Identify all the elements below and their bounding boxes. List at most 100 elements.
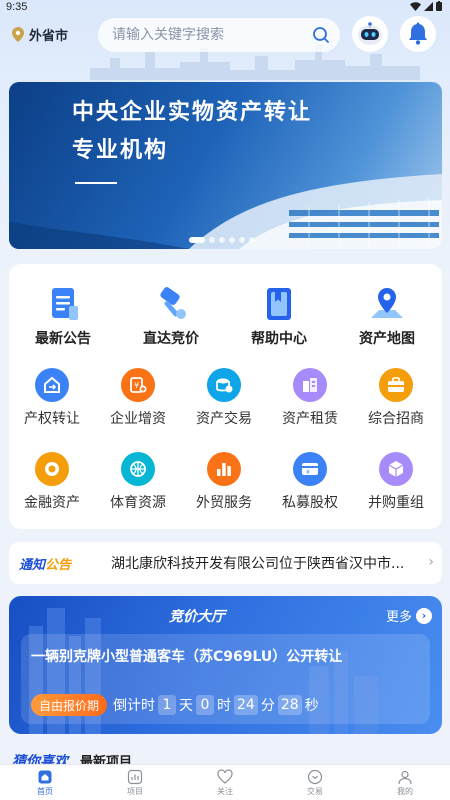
equity-card-icon: ¥	[293, 452, 327, 486]
service-label: 并购重组	[368, 495, 424, 511]
banner-dot[interactable]	[189, 237, 205, 243]
transfer-icon	[35, 368, 69, 402]
auction-item-card[interactable]: 一辆别克牌小型普通客车（苏C969LU）公开转让 自由报价期 倒计时 1 天 0…	[21, 634, 430, 724]
notice-text[interactable]: 湖北康欣科技开发有限公司位于陕西省汉中市...	[111, 553, 416, 573]
quick-menu-label: 帮助中心	[251, 331, 307, 347]
auction-more-link[interactable]: 更多 ›	[386, 606, 432, 625]
search-bar[interactable]	[98, 18, 340, 52]
tab-follow[interactable]: 关注	[180, 765, 270, 800]
banner-pagination[interactable]	[189, 237, 255, 243]
basketball-icon	[121, 452, 155, 486]
help-book-icon	[267, 288, 291, 320]
notification-button[interactable]	[400, 16, 436, 52]
tab-home[interactable]: 首页	[0, 765, 90, 800]
quick-menu-label: 资产地图	[359, 331, 415, 347]
banner-dot[interactable]	[219, 237, 225, 243]
status-icons	[410, 1, 442, 11]
quick-menu-item-announcement[interactable]: 最新公告	[9, 284, 117, 348]
service-label: 私募股权	[282, 495, 338, 511]
service-label: 综合招商	[368, 411, 424, 427]
service-item-private-equity[interactable]: ¥ 私募股权	[267, 452, 353, 512]
quick-menu-item-auction[interactable]: 直达竞价	[117, 284, 225, 348]
svg-text:¥: ¥	[306, 469, 310, 476]
day-unit: 天	[179, 698, 193, 714]
robot-icon	[358, 22, 382, 45]
banner-title-line1: 中央企业实物资产转让	[72, 99, 313, 125]
notice-badge-part1: 通知	[19, 557, 46, 573]
bottom-tab-bar: 首页 项目 关注 交易 我的	[0, 764, 450, 800]
tab-label: 项目	[127, 787, 143, 796]
countdown: 倒计时 1 天 0 时 24 分 28 秒	[113, 694, 319, 716]
svg-text:¥: ¥	[134, 381, 139, 390]
trade-icon	[307, 769, 323, 785]
top-header: 外省市	[0, 16, 450, 52]
status-bar: 9:35	[0, 0, 450, 14]
notice-badge: 通知 公告	[19, 552, 95, 574]
quick-menu-item-asset-map[interactable]: 资产地图	[333, 284, 441, 348]
hour-unit: 时	[217, 698, 231, 714]
search-input[interactable]	[112, 27, 312, 43]
quick-menu-row: 最新公告 直达竞价 帮助中心 资产地图	[9, 284, 442, 354]
service-item-investment-attraction[interactable]: 综合招商	[353, 368, 439, 428]
arrow-right-icon: ›	[416, 607, 432, 624]
tab-label: 关注	[217, 787, 233, 796]
ai-assistant-button[interactable]	[352, 16, 388, 52]
service-item-financial-assets[interactable]: 金融资产	[9, 452, 95, 512]
bar-chart-icon	[207, 452, 241, 486]
banner-underline	[75, 182, 117, 184]
service-item-sports-resources[interactable]: 体育资源	[95, 452, 181, 512]
more-label: 更多	[385, 610, 412, 625]
service-item-asset-trade[interactable]: 资产交易	[181, 368, 267, 428]
auction-hammer-icon	[160, 287, 186, 319]
map-pin-icon	[371, 288, 403, 318]
auction-status-tag: 自由报价期	[31, 694, 108, 716]
service-label: 企业增资	[110, 411, 166, 427]
service-item-mergers[interactable]: 并购重组	[353, 452, 439, 512]
notice-bar[interactable]: 通知 公告 湖北康欣科技开发有限公司位于陕西省汉中市... ›	[9, 542, 442, 584]
home-icon	[38, 770, 52, 784]
location-label: 外省市	[29, 28, 69, 44]
tab-label: 交易	[307, 787, 323, 796]
search-icon[interactable]	[312, 26, 330, 44]
cube-icon	[379, 452, 413, 486]
service-label: 体育资源	[110, 495, 166, 511]
asset-trade-icon	[207, 368, 241, 402]
banner-dot[interactable]	[239, 237, 245, 243]
countdown-days: 1	[158, 695, 176, 715]
banner-title-line2: 专业机构	[72, 137, 169, 163]
service-item-property-transfer[interactable]: 产权转让	[9, 368, 95, 428]
location-selector[interactable]: 外省市	[12, 22, 68, 46]
promo-banner[interactable]: 中央企业实物资产转让 专业机构	[9, 82, 442, 249]
service-item-foreign-trade[interactable]: 外贸服务	[181, 452, 267, 512]
second-unit: 秒	[304, 698, 319, 714]
countdown-hours: 0	[196, 695, 214, 715]
coin-icon	[35, 452, 69, 486]
auction-hall-title: 竞价大厅	[169, 609, 225, 625]
banner-dot[interactable]	[249, 237, 255, 243]
signal-icon	[424, 1, 433, 11]
quick-menu-label: 直达竞价	[143, 331, 199, 347]
service-item-asset-lease[interactable]: 资产租赁	[267, 368, 353, 428]
auction-item-title: 一辆别克牌小型普通客车（苏C969LU）公开转让	[31, 649, 343, 665]
location-pin-icon	[12, 26, 24, 42]
lease-icon	[293, 368, 327, 402]
service-row-2: 金融资产 体育资源 外贸服务 ¥ 私募股权 并购重组	[9, 452, 442, 522]
service-label: 金融资产	[24, 495, 80, 511]
service-row-1: 产权转让 ¥ 企业增资 资产交易 资产租赁 综合招商	[9, 368, 442, 438]
project-icon	[127, 769, 143, 785]
quick-menu-label: 最新公告	[35, 331, 91, 347]
tab-label: 我的	[397, 787, 413, 796]
tab-projects[interactable]: 项目	[90, 765, 180, 800]
countdown-seconds: 28	[277, 695, 302, 715]
notice-badge-part2: 公告	[45, 557, 72, 573]
minute-unit: 分	[260, 698, 275, 714]
tab-label: 首页	[37, 787, 53, 796]
quick-menu-item-help[interactable]: 帮助中心	[225, 284, 333, 348]
chevron-right-icon[interactable]: ›	[428, 554, 434, 570]
service-item-capital-increase[interactable]: ¥ 企业增资	[95, 368, 181, 428]
tab-trade[interactable]: 交易	[270, 765, 360, 800]
profile-icon	[398, 770, 412, 785]
tab-profile[interactable]: 我的	[360, 765, 450, 800]
banner-dot[interactable]	[209, 237, 215, 243]
banner-dot[interactable]	[229, 237, 235, 243]
